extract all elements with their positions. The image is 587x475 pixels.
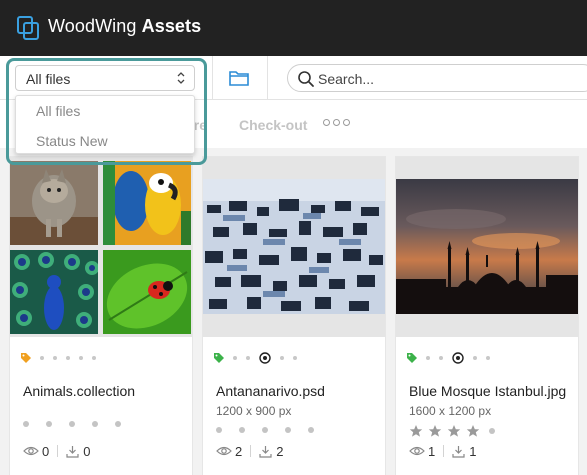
download-icon [66, 445, 79, 458]
asset-dimensions: 1200 x 900 px [216, 404, 292, 418]
dropdown-option-status-new[interactable]: Status New [36, 133, 108, 149]
download-count: 2 [276, 443, 284, 459]
file-filter-dropdown: All files Status New [15, 95, 195, 154]
rating-dot[interactable] [23, 421, 29, 427]
download-count: 1 [469, 443, 477, 459]
status-dot [473, 356, 477, 360]
star-filled-icon[interactable] [466, 424, 480, 438]
cat-photo [10, 161, 98, 245]
woodwing-logo-icon [17, 16, 39, 40]
star-filled-icon[interactable] [428, 424, 442, 438]
rating-dot[interactable] [216, 427, 222, 433]
toolbar-divider [212, 56, 213, 100]
download-count: 0 [83, 443, 91, 459]
rating-dot[interactable] [308, 427, 314, 433]
rating[interactable] [23, 421, 129, 427]
eye-icon [216, 446, 232, 456]
asset-name[interactable]: Animals.collection [23, 383, 135, 399]
folder-icon[interactable] [228, 68, 250, 88]
status-dot [439, 356, 443, 360]
toolbar-divider [267, 56, 268, 100]
rating-dot[interactable] [239, 427, 245, 433]
more-dot-icon [333, 119, 340, 126]
app-header: WoodWing Assets [0, 0, 587, 56]
target-icon [259, 352, 271, 364]
asset-name[interactable]: Antananarivo.psd [216, 383, 325, 399]
ladybug-photo [103, 250, 191, 334]
peacock-photo [10, 250, 98, 334]
asset-stats: 2 2 [216, 443, 283, 459]
rating-dot[interactable] [285, 427, 291, 433]
rating-dot[interactable] [262, 427, 268, 433]
search-input[interactable] [318, 69, 578, 89]
app-title: WoodWing Assets [48, 16, 201, 37]
tag-icon [214, 353, 224, 363]
card-meta-row [213, 352, 306, 364]
status-dot [293, 356, 297, 360]
asset-card[interactable]: Antananarivo.psd 1200 x 900 px 2 2 [203, 157, 385, 475]
status-dot [233, 356, 237, 360]
status-dot [426, 356, 430, 360]
asset-stats: 1 1 [409, 443, 476, 459]
rating-dot[interactable] [92, 421, 98, 427]
tag-icon [21, 353, 31, 363]
download-icon [452, 445, 465, 458]
rating[interactable] [409, 424, 503, 438]
rating[interactable] [216, 427, 322, 433]
file-filter-value: All files [26, 71, 71, 87]
search-box [287, 64, 587, 92]
status-dot [280, 356, 284, 360]
tag-icon [407, 353, 417, 363]
eye-icon [409, 446, 425, 456]
rating-dot[interactable] [46, 421, 52, 427]
asset-name[interactable]: Blue Mosque Istanbul.jpg [409, 383, 566, 399]
parrot-photo [103, 161, 191, 245]
dropdown-option-all-files[interactable]: All files [36, 103, 80, 119]
more-dot-icon [323, 119, 330, 126]
view-count: 2 [235, 443, 243, 459]
view-count: 1 [428, 443, 436, 459]
rating-dot[interactable] [489, 428, 495, 434]
brand-name: WoodWing [48, 16, 142, 36]
status-dot [53, 356, 57, 360]
brand-product: Assets [141, 16, 202, 36]
status-dot [66, 356, 70, 360]
rating-dot[interactable] [115, 421, 121, 427]
stats-divider [250, 445, 252, 457]
status-dot [486, 356, 490, 360]
antananarivo-photo [203, 179, 385, 314]
more-actions-button[interactable] [323, 119, 350, 126]
status-dot [92, 356, 96, 360]
checkout-action[interactable]: Check-out [239, 117, 307, 133]
asset-card[interactable]: Animals.collection 0 0 [10, 157, 192, 475]
status-dot [79, 356, 83, 360]
stats-divider [57, 445, 59, 457]
status-dot [40, 356, 44, 360]
asset-card[interactable]: Blue Mosque Istanbul.jpg 1600 x 1200 px … [396, 157, 578, 475]
card-meta-row [20, 352, 105, 364]
collection-thumbnail [10, 157, 192, 337]
card-meta-row [406, 352, 499, 364]
select-arrows-icon [177, 72, 185, 84]
stats-divider [443, 445, 445, 457]
download-icon [259, 445, 272, 458]
rating-dot[interactable] [69, 421, 75, 427]
asset-dimensions: 1600 x 1200 px [409, 404, 492, 418]
file-filter-select[interactable]: All files [15, 65, 195, 91]
asset-stats: 0 0 [23, 443, 90, 459]
star-filled-icon[interactable] [447, 424, 461, 438]
status-dot [246, 356, 250, 360]
view-count: 0 [42, 443, 50, 459]
search-icon[interactable] [297, 70, 315, 88]
star-filled-icon[interactable] [409, 424, 423, 438]
more-dot-icon [343, 119, 350, 126]
eye-icon [23, 446, 39, 456]
target-icon [452, 352, 464, 364]
asset-thumbnail [203, 157, 385, 337]
blue-mosque-photo [396, 179, 578, 314]
asset-thumbnail [396, 157, 578, 337]
